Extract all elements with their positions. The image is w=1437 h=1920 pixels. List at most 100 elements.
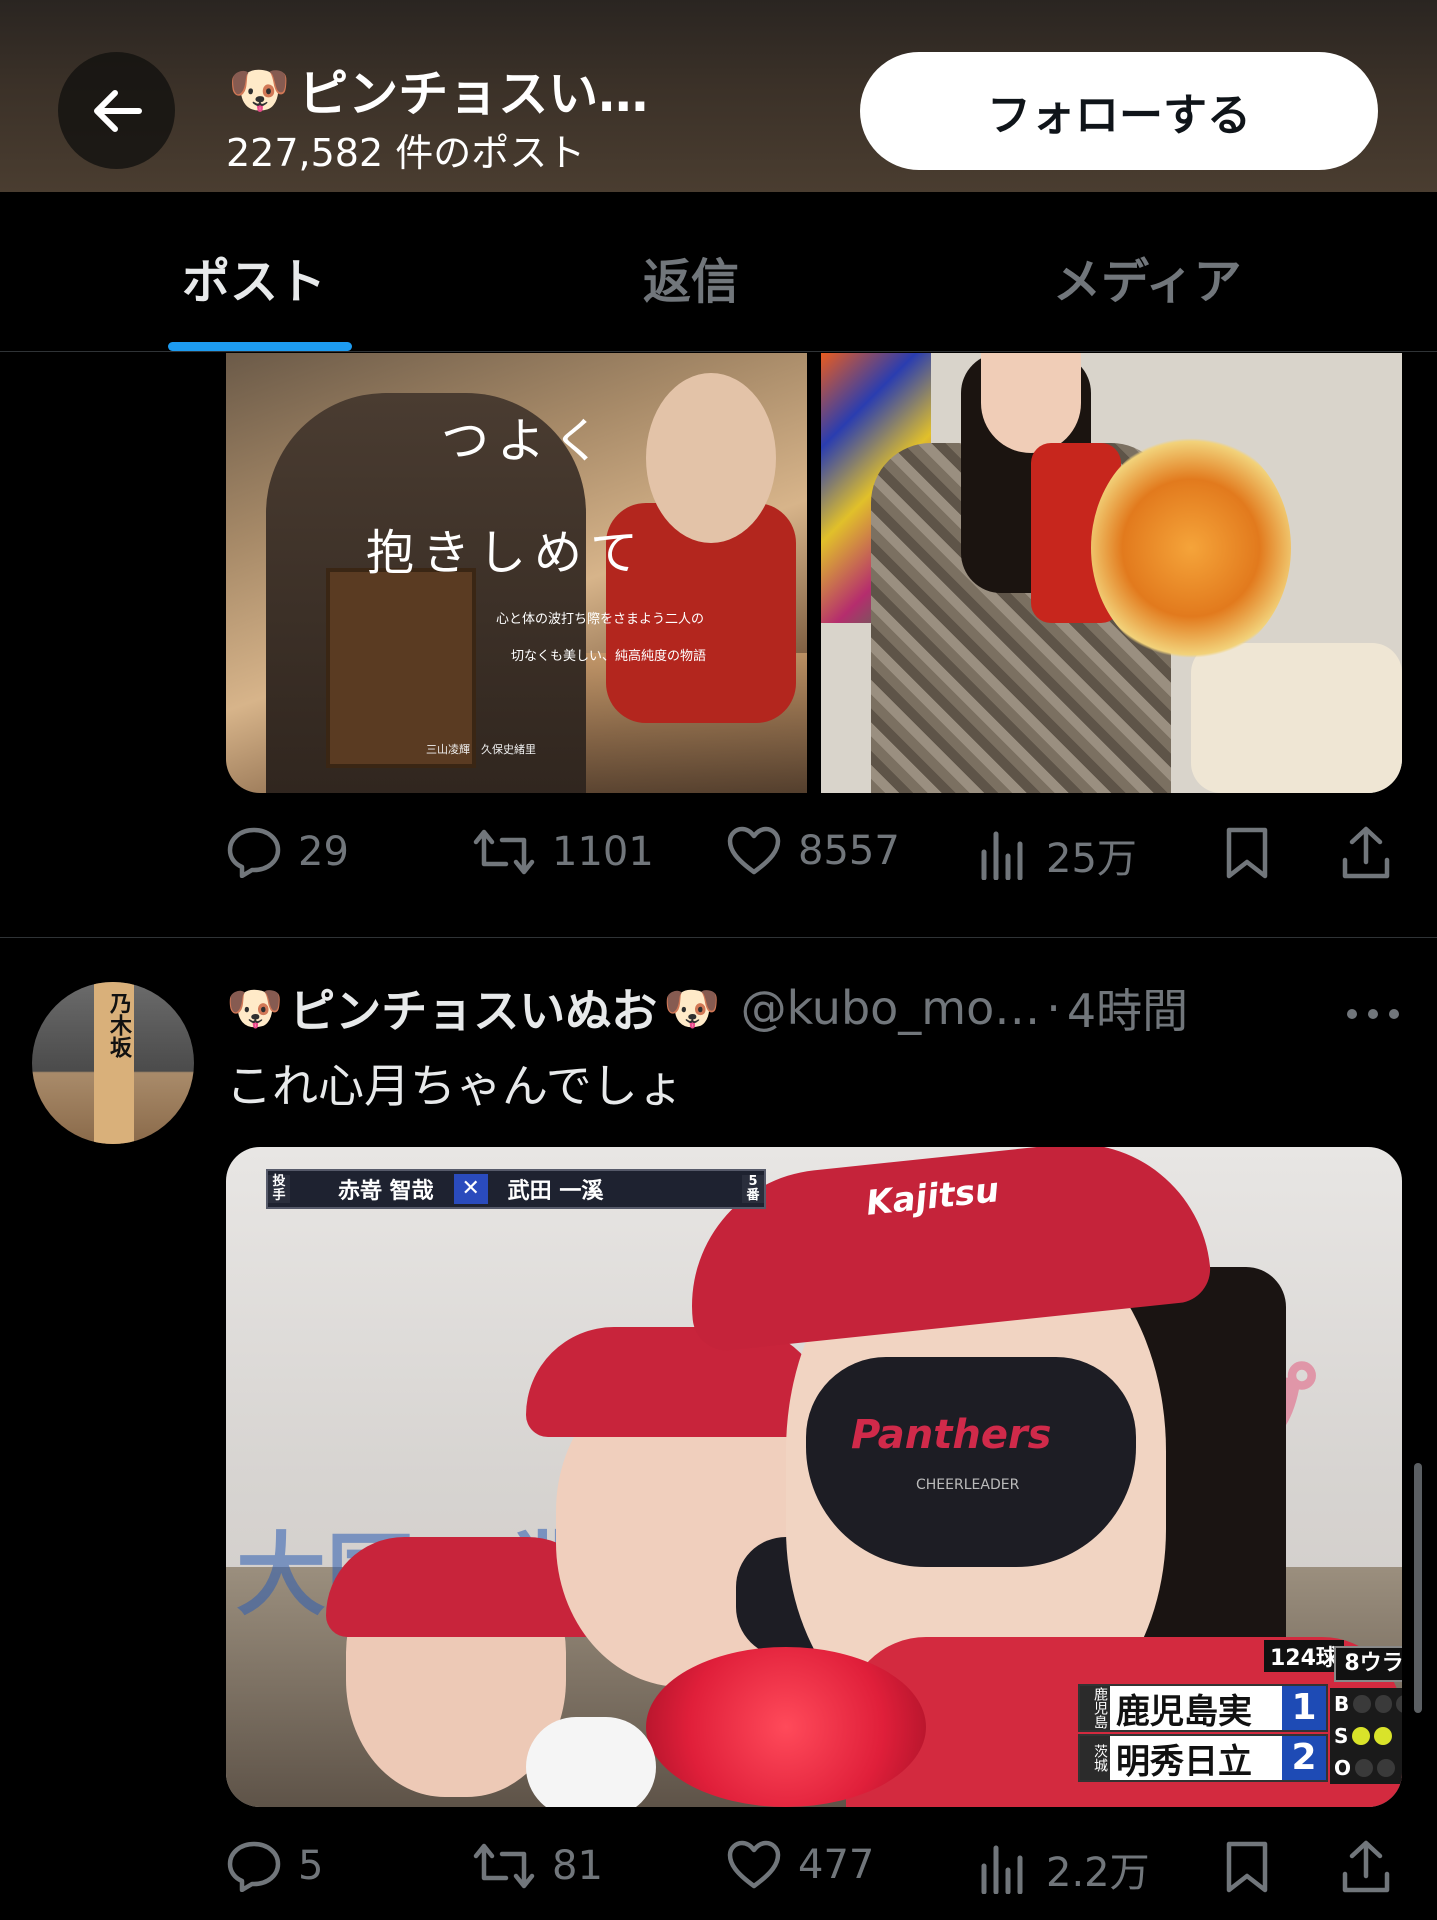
author-name-link[interactable]: 🐶 ピンチョスいぬお 🐶	[226, 975, 721, 1041]
post-text: これ心月ちゃんでしょ	[226, 1059, 684, 1113]
dog-emoji-icon: 🐶	[226, 980, 284, 1035]
repost-icon	[473, 1843, 535, 1889]
strike-led	[1374, 1727, 1393, 1745]
team2-name: 明秀日立	[1116, 1741, 1252, 1782]
movie-poster-image[interactable]: つよく 抱きしめて 心と体の波打ち際をさまよう二人の 切なくも美しい、純高純度の…	[226, 353, 807, 793]
strike-label: S	[1334, 1724, 1349, 1748]
team2-runs: 2	[1282, 1736, 1326, 1780]
more-horizontal-icon	[1347, 1009, 1399, 1019]
profile-tabs: ポスト 返信 メディア	[0, 192, 1437, 352]
ball-label: B	[1334, 1692, 1350, 1716]
team2-row: 茨城 明秀日立 2	[1078, 1734, 1328, 1782]
share-button[interactable]	[1340, 1840, 1392, 1894]
reply-button[interactable]: 5	[226, 1840, 323, 1892]
share-button[interactable]	[1340, 826, 1392, 880]
tab-posts[interactable]: ポスト	[182, 242, 326, 312]
bookmark-icon	[1226, 1841, 1268, 1893]
post2-action-bar: 5 81 477 2.2万	[226, 1840, 1402, 1900]
ball-count: B	[1330, 1688, 1402, 1720]
dog-emoji-icon: 🐶	[663, 980, 721, 1035]
analytics-icon	[981, 831, 1023, 880]
share-icon	[1342, 826, 1390, 879]
profile-name: ピンチョスい…	[298, 65, 649, 123]
poster-tagline-1: 心と体の波打ち際をさまよう二人の	[496, 612, 705, 627]
bookmark-button[interactable]	[1224, 1840, 1270, 1894]
team2-pref: 茨城	[1080, 1736, 1110, 1780]
inning: 8ウラ	[1334, 1646, 1402, 1682]
post1-media-grid: つよく 抱きしめて 心と体の波打ち際をさまよう二人の 切なくも美しい、純高純度の…	[226, 353, 1402, 793]
reply-button[interactable]: 29	[226, 826, 349, 878]
tv-pitcher-label: 投手	[268, 1175, 290, 1203]
tv-player-2: 武田 一溪	[507, 1179, 604, 1204]
heart-icon	[727, 1840, 781, 1889]
out-led	[1355, 1759, 1374, 1777]
scoreboard: 124球 8ウラ 鹿児島 鹿児島実 1 茨城 明秀日立 2 B S O	[1078, 1640, 1402, 1784]
reply-count: 5	[298, 1843, 324, 1889]
out-label: O	[1334, 1756, 1352, 1780]
author-name: ピンチョスいぬお	[289, 984, 658, 1038]
reply-count: 29	[298, 829, 349, 875]
tv-matchup-bar: 投手 赤嵜 智哉 ✕ 武田 一溪 5番	[266, 1169, 766, 1209]
post-separator	[0, 937, 1437, 938]
tv-player-1: 赤嵜 智哉	[338, 1179, 434, 1204]
repost-button[interactable]: 81	[472, 1840, 603, 1892]
arrow-left-icon	[93, 89, 142, 132]
mask-logo: Panthers	[851, 1412, 1052, 1458]
tv-order: 5番	[742, 1175, 764, 1203]
profile-title: 🐶 ピンチョスい…	[228, 54, 648, 126]
post-timestamp[interactable]: 4時間	[1067, 975, 1188, 1041]
repost-count: 1101	[552, 829, 654, 875]
team1-name: 鹿児島実	[1116, 1691, 1252, 1732]
dog-emoji-icon: 🐶	[228, 60, 291, 119]
follow-button[interactable]: フォローする	[860, 52, 1378, 170]
share-icon	[1342, 1840, 1390, 1893]
avatar-sign-text: 乃木坂	[106, 992, 131, 1058]
profile-header: 🐶 ピンチョスい… 227,582 件のポスト フォローする	[0, 0, 1437, 192]
view-count: 2.2万	[1046, 1850, 1150, 1896]
poster-title-line1: つよく	[441, 413, 610, 469]
tv-vs: ✕	[453, 1174, 488, 1204]
views-button[interactable]: 25万	[978, 826, 1137, 884]
author-handle[interactable]: @kubo_mo…	[741, 981, 1041, 1035]
poster-title-line2: 抱きしめて	[366, 525, 647, 581]
repost-count: 81	[552, 1843, 603, 1889]
strike-led	[1352, 1727, 1371, 1745]
post2-media-image[interactable]: 大同工業 プ Kajitsu Panthers CHEERLEADER 投手 赤…	[226, 1147, 1402, 1807]
ball-led	[1396, 1695, 1402, 1713]
like-count: 477	[798, 1842, 875, 1888]
separator-dot: ·	[1046, 981, 1061, 1035]
like-button[interactable]: 8557	[726, 826, 900, 876]
tab-media[interactable]: メディア	[1053, 242, 1242, 312]
analytics-icon	[981, 1845, 1023, 1894]
scrollbar[interactable]	[1414, 1463, 1422, 1713]
bouquet-photo-image[interactable]	[821, 353, 1402, 793]
repost-button[interactable]: 1101	[472, 826, 654, 878]
views-button[interactable]: 2.2万	[978, 1840, 1150, 1898]
reply-icon	[227, 1841, 281, 1892]
out-count: O	[1330, 1752, 1402, 1784]
tab-replies[interactable]: 返信	[643, 242, 739, 312]
poster-credits: 三山凌輝 久保史緒里	[426, 743, 536, 756]
out-led	[1377, 1759, 1396, 1777]
more-button[interactable]	[1345, 985, 1401, 1031]
heart-icon	[727, 826, 781, 875]
like-count: 8557	[798, 828, 900, 874]
repost-icon	[473, 829, 535, 875]
post-header: 🐶 ピンチョスいぬお 🐶 @kubo_mo… · 4時間	[226, 975, 1188, 1041]
ball-led	[1353, 1695, 1371, 1713]
pitch-count: 124球	[1264, 1640, 1344, 1672]
post1-action-bar: 29 1101 8557 25万	[226, 826, 1402, 886]
reply-icon	[227, 827, 281, 878]
ball-led	[1374, 1695, 1393, 1713]
strike-count: S	[1330, 1720, 1402, 1752]
back-button[interactable]	[58, 52, 175, 169]
bookmark-icon	[1226, 827, 1268, 879]
active-tab-indicator	[168, 342, 352, 351]
mask-sub: CHEERLEADER	[916, 1477, 1020, 1493]
team1-row: 鹿児島 鹿児島実 1	[1078, 1684, 1328, 1732]
avatar[interactable]: 乃木坂	[32, 982, 194, 1144]
view-count: 25万	[1046, 836, 1137, 882]
team1-runs: 1	[1282, 1686, 1326, 1730]
bookmark-button[interactable]	[1224, 826, 1270, 880]
like-button[interactable]: 477	[726, 1840, 874, 1890]
